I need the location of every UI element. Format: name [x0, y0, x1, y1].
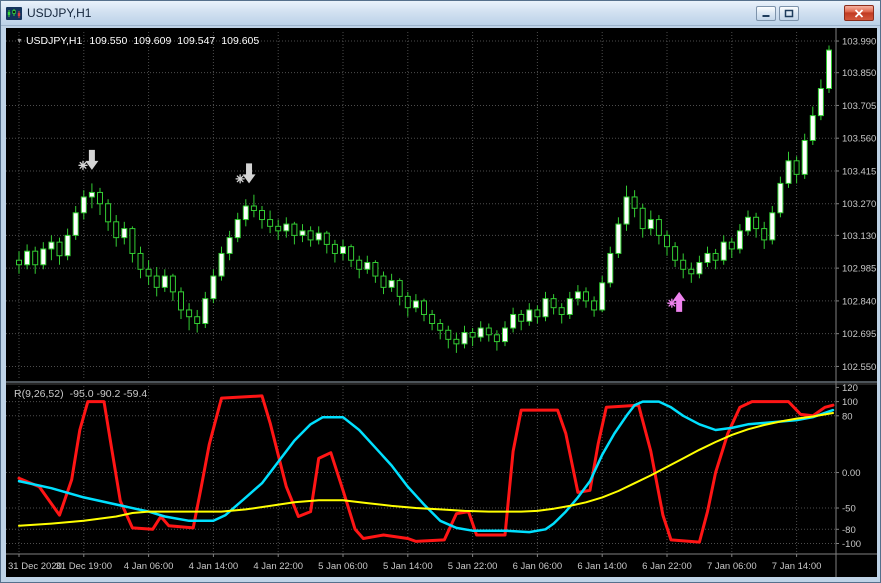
svg-text:5 Jan 06:00: 5 Jan 06:00	[318, 561, 368, 572]
indicator-values: -95.0 -90.2 -59.4	[70, 388, 148, 400]
svg-text:31 Dec 19:00: 31 Dec 19:00	[56, 561, 113, 572]
svg-text:-50: -50	[842, 504, 856, 515]
svg-text:103.560: 103.560	[842, 134, 876, 145]
svg-text:102.840: 102.840	[842, 296, 876, 307]
svg-text:102.550: 102.550	[842, 362, 876, 373]
svg-text:6 Jan 14:00: 6 Jan 14:00	[577, 561, 627, 572]
ohlc-readout: ▼USDJPY,H1 109.550 109.609 109.547 109.605	[16, 35, 265, 47]
svg-text:102.985: 102.985	[842, 264, 876, 275]
minimize-button[interactable]	[756, 6, 776, 21]
chart-panel: 31 Dec 202031 Dec 19:00 4 Jan 06:00 4 Jan …	[6, 28, 877, 577]
svg-text:103.705: 103.705	[842, 101, 876, 112]
close-button[interactable]	[844, 5, 874, 21]
svg-text:4 Jan 14:00: 4 Jan 14:00	[189, 561, 239, 572]
quote-high: 109.609	[133, 35, 171, 47]
svg-text:-100: -100	[842, 539, 861, 550]
svg-text:103.850: 103.850	[842, 68, 876, 79]
svg-text:102.695: 102.695	[842, 329, 876, 340]
candlestick-chart-icon	[6, 7, 22, 20]
svg-text:5 Jan 22:00: 5 Jan 22:00	[448, 561, 498, 572]
maximize-button[interactable]	[779, 6, 799, 21]
title-bar[interactable]: USDJPY,H1	[1, 1, 880, 26]
svg-text:6 Jan 22:00: 6 Jan 22:00	[642, 561, 692, 572]
chart-background	[6, 28, 877, 577]
svg-text:4 Jan 06:00: 4 Jan 06:00	[124, 561, 174, 572]
window-title: USDJPY,H1	[27, 6, 91, 20]
quote-close: 109.605	[221, 35, 259, 47]
svg-text:0.00: 0.00	[842, 468, 861, 479]
svg-text:103.415: 103.415	[842, 166, 876, 177]
svg-text:4 Jan 22:00: 4 Jan 22:00	[253, 561, 303, 572]
maximize-icon	[784, 9, 794, 18]
svg-text:31 Dec 2020: 31 Dec 2020	[8, 561, 62, 572]
chart-canvas[interactable]: 31 Dec 202031 Dec 19:00 4 Jan 06:00 4 Jan …	[6, 28, 877, 577]
svg-text:103.270: 103.270	[842, 199, 876, 210]
svg-text:7 Jan 14:00: 7 Jan 14:00	[772, 561, 822, 572]
quote-symbol: USDJPY,H1	[26, 35, 82, 47]
svg-text:103.130: 103.130	[842, 231, 876, 242]
quote-open: 109.550	[89, 35, 127, 47]
symbol-marker-icon: ▼	[16, 38, 23, 45]
svg-text:-80: -80	[842, 525, 856, 536]
svg-text:103.990: 103.990	[842, 37, 876, 48]
svg-text:120: 120	[842, 383, 858, 394]
quote-low: 109.547	[177, 35, 215, 47]
svg-text:80: 80	[842, 411, 853, 422]
svg-text:5 Jan 14:00: 5 Jan 14:00	[383, 561, 433, 572]
svg-text:7 Jan 06:00: 7 Jan 06:00	[707, 561, 757, 572]
indicator-label: R(9,26,52) -95.0 -90.2 -59.4	[14, 388, 153, 400]
window-controls	[756, 5, 874, 21]
mt4-chart-window: USDJPY,H1 31 Dec 202031 Dec 19:00 4 Jan 0…	[0, 0, 881, 583]
svg-text:6 Jan 06:00: 6 Jan 06:00	[513, 561, 563, 572]
svg-text:100: 100	[842, 397, 858, 408]
indicator-name: R(9,26,52)	[14, 388, 64, 400]
minimize-icon	[761, 9, 771, 18]
close-icon	[854, 9, 864, 18]
